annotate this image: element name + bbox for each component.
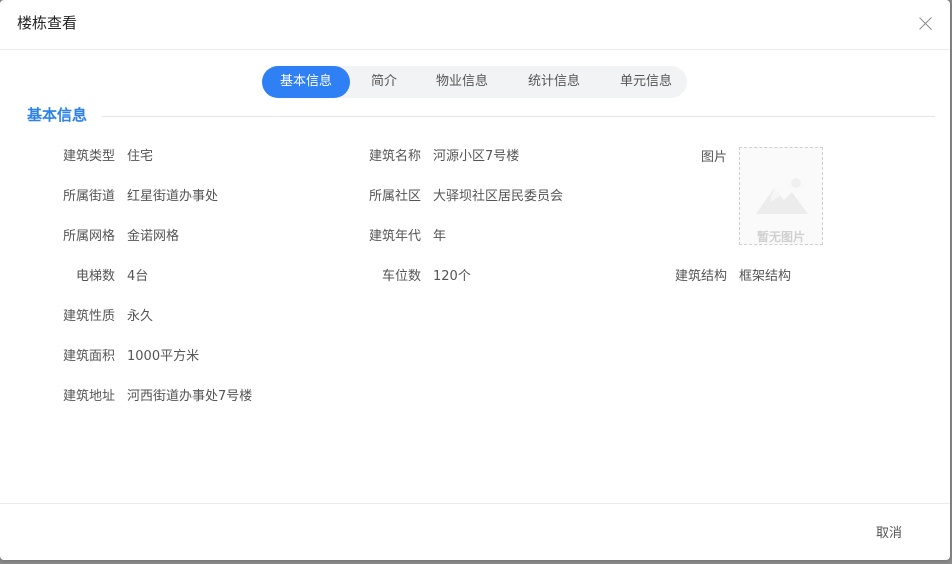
cancel-button[interactable]: 取消 bbox=[876, 522, 902, 541]
era-value: 年 bbox=[433, 229, 447, 244]
nature-label: 建筑性质 bbox=[62, 309, 115, 324]
picture-placeholder[interactable]: 暂无图片 bbox=[739, 147, 823, 245]
address-value: 河西街道办事处7号楼 bbox=[127, 389, 253, 404]
building-type-label: 建筑类型 bbox=[62, 149, 115, 164]
building-type-value: 住宅 bbox=[127, 149, 154, 164]
community-value: 大驿坝社区居民委员会 bbox=[433, 189, 564, 204]
footer-divider bbox=[0, 503, 950, 504]
dialog-title: 楼栋查看 bbox=[17, 14, 78, 32]
tab-unit-info[interactable]: 单元信息 bbox=[608, 66, 684, 98]
grid-value: 金诺网格 bbox=[127, 229, 180, 244]
section-title: 基本信息 bbox=[27, 106, 88, 124]
close-icon[interactable] bbox=[916, 14, 936, 34]
picture-label: 图片 bbox=[700, 150, 727, 165]
community-label: 所属社区 bbox=[368, 189, 421, 204]
parking-label: 车位数 bbox=[381, 269, 421, 284]
nature-value: 永久 bbox=[127, 309, 154, 324]
dialog-header: 楼栋查看 bbox=[0, 0, 950, 50]
area-value: 1000平方米 bbox=[127, 349, 200, 364]
address-label: 建筑地址 bbox=[62, 389, 115, 404]
area-label: 建筑面积 bbox=[62, 349, 115, 364]
parking-value: 120个 bbox=[433, 269, 471, 284]
building-view-dialog: 楼栋查看 基本信息 简介 物业信息 统计信息 单元信息 基本信息 建筑类型 住宅… bbox=[0, 0, 950, 560]
tab-basic-info[interactable]: 基本信息 bbox=[262, 66, 350, 98]
structure-value: 框架结构 bbox=[739, 269, 792, 284]
street-value: 红星街道办事处 bbox=[127, 189, 219, 204]
tab-intro[interactable]: 简介 bbox=[360, 66, 408, 98]
image-placeholder-icon bbox=[756, 178, 808, 214]
building-name-value: 河源小区7号楼 bbox=[433, 149, 520, 164]
grid-label: 所属网格 bbox=[62, 229, 115, 244]
structure-label: 建筑结构 bbox=[674, 269, 727, 284]
building-name-label: 建筑名称 bbox=[368, 149, 421, 164]
tab-bar: 基本信息 简介 物业信息 统计信息 单元信息 bbox=[262, 66, 687, 98]
elevators-value: 4台 bbox=[127, 269, 149, 284]
elevators-label: 电梯数 bbox=[75, 269, 115, 284]
no-image-text: 暂无图片 bbox=[756, 230, 805, 244]
street-label: 所属街道 bbox=[62, 189, 115, 204]
era-label: 建筑年代 bbox=[368, 229, 421, 244]
section-divider bbox=[102, 116, 935, 117]
tab-statistics-info[interactable]: 统计信息 bbox=[516, 66, 592, 98]
tab-property-info[interactable]: 物业信息 bbox=[424, 66, 500, 98]
